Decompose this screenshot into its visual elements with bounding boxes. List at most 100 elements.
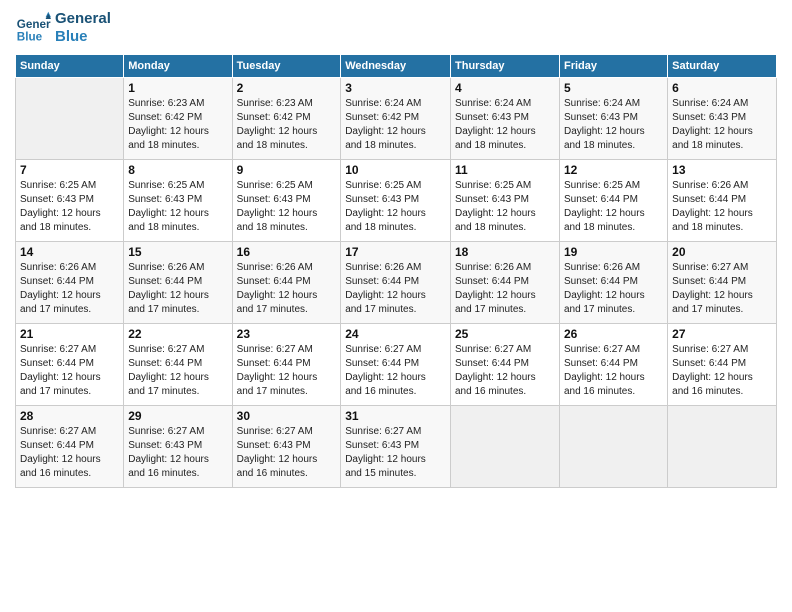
- day-info: Sunrise: 6:27 AM Sunset: 6:43 PM Dayligh…: [345, 425, 446, 481]
- day-info: Sunrise: 6:25 AM Sunset: 6:43 PM Dayligh…: [128, 179, 227, 235]
- day-cell: 23Sunrise: 6:27 AM Sunset: 6:44 PM Dayli…: [232, 324, 341, 406]
- logo-text: GeneralBlue: [55, 10, 111, 46]
- week-row-2: 14 Sunrise: 6:26 AM Sunset: 6:44 PM Dayli…: [16, 242, 777, 324]
- day-number: 28: [20, 409, 119, 423]
- day-number: 12: [564, 163, 663, 177]
- day-number: 19: [564, 245, 663, 259]
- day-cell: 19 Sunrise: 6:26 AM Sunset: 6:44 PM Dayli…: [559, 242, 667, 324]
- day-number: 26: [564, 327, 663, 341]
- header: General Blue GeneralBlue: [15, 10, 777, 46]
- col-header-friday: Friday: [559, 55, 667, 78]
- day-cell: 27Sunrise: 6:27 AM Sunset: 6:44 PM Dayli…: [668, 324, 777, 406]
- week-row-1: 7 Sunrise: 6:25 AM Sunset: 6:43 PM Daylig…: [16, 160, 777, 242]
- day-info: Sunrise: 6:25 AM Sunset: 6:43 PM Dayligh…: [237, 179, 337, 235]
- day-number: 14: [20, 245, 119, 259]
- day-number: 8: [128, 163, 227, 177]
- day-cell: 17Sunrise: 6:26 AM Sunset: 6:44 PM Dayli…: [341, 242, 451, 324]
- day-cell: 3 Sunrise: 6:24 AM Sunset: 6:42 PM Daylig…: [341, 78, 451, 160]
- day-info: Sunrise: 6:25 AM Sunset: 6:43 PM Dayligh…: [345, 179, 446, 235]
- day-info: Sunrise: 6:24 AM Sunset: 6:43 PM Dayligh…: [672, 97, 772, 153]
- day-number: 17: [345, 245, 446, 259]
- day-cell: 24Sunrise: 6:27 AM Sunset: 6:44 PM Dayli…: [341, 324, 451, 406]
- day-cell: 13 Sunrise: 6:26 AM Sunset: 6:44 PM Dayli…: [668, 160, 777, 242]
- day-info: Sunrise: 6:27 AM Sunset: 6:43 PM Dayligh…: [128, 425, 227, 481]
- col-header-monday: Monday: [124, 55, 232, 78]
- calendar: SundayMondayTuesdayWednesdayThursdayFrid…: [15, 54, 777, 488]
- day-number: 11: [455, 163, 555, 177]
- day-number: 7: [20, 163, 119, 177]
- day-number: 25: [455, 327, 555, 341]
- day-cell: 21 Sunrise: 6:27 AM Sunset: 6:44 PM Dayli…: [16, 324, 124, 406]
- week-row-3: 21 Sunrise: 6:27 AM Sunset: 6:44 PM Dayli…: [16, 324, 777, 406]
- day-cell: [668, 406, 777, 488]
- day-info: Sunrise: 6:24 AM Sunset: 6:42 PM Dayligh…: [345, 97, 446, 153]
- day-cell: 4 Sunrise: 6:24 AM Sunset: 6:43 PM Daylig…: [451, 78, 560, 160]
- day-cell: 28 Sunrise: 6:27 AM Sunset: 6:44 PM Dayli…: [16, 406, 124, 488]
- day-number: 5: [564, 81, 663, 95]
- day-cell: 20Sunrise: 6:27 AM Sunset: 6:44 PM Dayli…: [668, 242, 777, 324]
- day-number: 16: [237, 245, 337, 259]
- day-info: Sunrise: 6:25 AM Sunset: 6:43 PM Dayligh…: [20, 179, 119, 235]
- day-cell: 26 Sunrise: 6:27 AM Sunset: 6:44 PM Dayli…: [559, 324, 667, 406]
- day-number: 9: [237, 163, 337, 177]
- day-number: 23: [237, 327, 337, 341]
- day-number: 4: [455, 81, 555, 95]
- day-info: Sunrise: 6:27 AM Sunset: 6:44 PM Dayligh…: [128, 343, 227, 399]
- day-cell: 2 Sunrise: 6:23 AM Sunset: 6:42 PM Daylig…: [232, 78, 341, 160]
- day-number: 30: [237, 409, 337, 423]
- page: General Blue GeneralBlue SundayMondayTue…: [0, 0, 792, 612]
- day-info: Sunrise: 6:27 AM Sunset: 6:44 PM Dayligh…: [345, 343, 446, 399]
- day-cell: [559, 406, 667, 488]
- col-header-tuesday: Tuesday: [232, 55, 341, 78]
- day-cell: 25 Sunrise: 6:27 AM Sunset: 6:44 PM Dayli…: [451, 324, 560, 406]
- day-cell: 5 Sunrise: 6:24 AM Sunset: 6:43 PM Daylig…: [559, 78, 667, 160]
- day-number: 3: [345, 81, 446, 95]
- day-number: 20: [672, 245, 772, 259]
- calendar-header-row: SundayMondayTuesdayWednesdayThursdayFrid…: [16, 55, 777, 78]
- day-cell: 29Sunrise: 6:27 AM Sunset: 6:43 PM Dayli…: [124, 406, 232, 488]
- day-info: Sunrise: 6:27 AM Sunset: 6:44 PM Dayligh…: [455, 343, 555, 399]
- day-cell: 18 Sunrise: 6:26 AM Sunset: 6:44 PM Dayli…: [451, 242, 560, 324]
- day-number: 2: [237, 81, 337, 95]
- day-cell: 8 Sunrise: 6:25 AM Sunset: 6:43 PM Daylig…: [124, 160, 232, 242]
- day-info: Sunrise: 6:27 AM Sunset: 6:44 PM Dayligh…: [672, 343, 772, 399]
- day-info: Sunrise: 6:27 AM Sunset: 6:44 PM Dayligh…: [20, 343, 119, 399]
- week-row-0: 1Sunrise: 6:23 AM Sunset: 6:42 PM Daylig…: [16, 78, 777, 160]
- svg-text:Blue: Blue: [17, 31, 43, 44]
- day-cell: 1Sunrise: 6:23 AM Sunset: 6:42 PM Daylig…: [124, 78, 232, 160]
- day-cell: 31Sunrise: 6:27 AM Sunset: 6:43 PM Dayli…: [341, 406, 451, 488]
- col-header-thursday: Thursday: [451, 55, 560, 78]
- day-info: Sunrise: 6:26 AM Sunset: 6:44 PM Dayligh…: [455, 261, 555, 317]
- day-number: 21: [20, 327, 119, 341]
- day-cell: 9 Sunrise: 6:25 AM Sunset: 6:43 PM Daylig…: [232, 160, 341, 242]
- day-info: Sunrise: 6:23 AM Sunset: 6:42 PM Dayligh…: [128, 97, 227, 153]
- day-info: Sunrise: 6:23 AM Sunset: 6:42 PM Dayligh…: [237, 97, 337, 153]
- day-info: Sunrise: 6:26 AM Sunset: 6:44 PM Dayligh…: [20, 261, 119, 317]
- day-cell: [16, 78, 124, 160]
- day-number: 18: [455, 245, 555, 259]
- col-header-saturday: Saturday: [668, 55, 777, 78]
- day-number: 15: [128, 245, 227, 259]
- day-info: Sunrise: 6:24 AM Sunset: 6:43 PM Dayligh…: [564, 97, 663, 153]
- day-info: Sunrise: 6:27 AM Sunset: 6:44 PM Dayligh…: [564, 343, 663, 399]
- logo: General Blue GeneralBlue: [15, 10, 111, 46]
- col-header-sunday: Sunday: [16, 55, 124, 78]
- day-cell: 10 Sunrise: 6:25 AM Sunset: 6:43 PM Dayli…: [341, 160, 451, 242]
- col-header-wednesday: Wednesday: [341, 55, 451, 78]
- day-info: Sunrise: 6:27 AM Sunset: 6:44 PM Dayligh…: [20, 425, 119, 481]
- day-cell: 14 Sunrise: 6:26 AM Sunset: 6:44 PM Dayli…: [16, 242, 124, 324]
- day-cell: 11Sunrise: 6:25 AM Sunset: 6:43 PM Dayli…: [451, 160, 560, 242]
- day-info: Sunrise: 6:24 AM Sunset: 6:43 PM Dayligh…: [455, 97, 555, 153]
- day-info: Sunrise: 6:26 AM Sunset: 6:44 PM Dayligh…: [672, 179, 772, 235]
- day-info: Sunrise: 6:26 AM Sunset: 6:44 PM Dayligh…: [128, 261, 227, 317]
- day-cell: 22 Sunrise: 6:27 AM Sunset: 6:44 PM Dayli…: [124, 324, 232, 406]
- week-row-4: 28 Sunrise: 6:27 AM Sunset: 6:44 PM Dayli…: [16, 406, 777, 488]
- day-cell: 30 Sunrise: 6:27 AM Sunset: 6:43 PM Dayli…: [232, 406, 341, 488]
- day-number: 22: [128, 327, 227, 341]
- day-number: 10: [345, 163, 446, 177]
- day-number: 13: [672, 163, 772, 177]
- day-info: Sunrise: 6:26 AM Sunset: 6:44 PM Dayligh…: [564, 261, 663, 317]
- day-cell: 6Sunrise: 6:24 AM Sunset: 6:43 PM Daylig…: [668, 78, 777, 160]
- day-info: Sunrise: 6:27 AM Sunset: 6:43 PM Dayligh…: [237, 425, 337, 481]
- day-cell: 12Sunrise: 6:25 AM Sunset: 6:44 PM Dayli…: [559, 160, 667, 242]
